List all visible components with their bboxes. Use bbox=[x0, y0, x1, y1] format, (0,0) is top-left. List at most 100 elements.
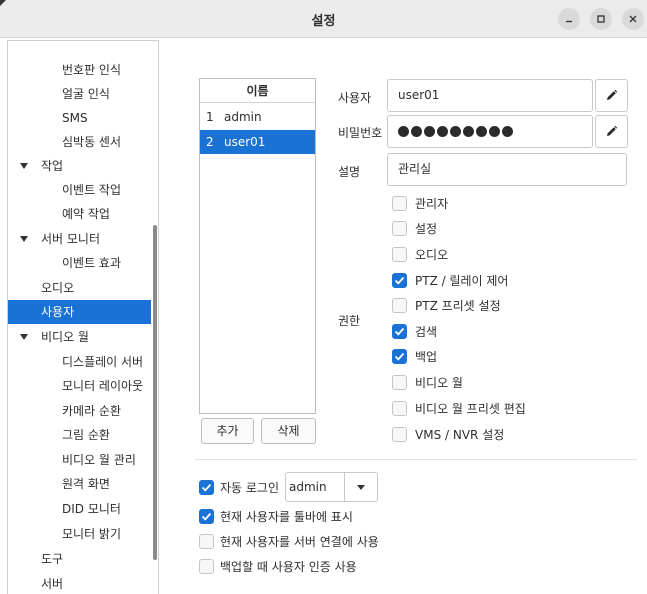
user-row-user01[interactable]: 2 user01 bbox=[200, 130, 315, 154]
perm-search-checkbox[interactable] bbox=[392, 324, 407, 339]
tree-item-video-wall-management[interactable]: 비디오 월 관리 bbox=[8, 448, 151, 472]
perm-video-wall-preset-checkbox[interactable] bbox=[392, 401, 407, 416]
tree-item-heartbeat-sensor[interactable]: 심박동 센서 bbox=[8, 130, 151, 154]
expand-arrow-icon[interactable] bbox=[20, 163, 28, 169]
tree-item-label: 예약 작업 bbox=[62, 207, 110, 221]
window-corner bbox=[0, 0, 6, 6]
perm-backup-checkbox[interactable] bbox=[392, 349, 407, 364]
auto-login-checkbox[interactable] bbox=[199, 480, 214, 495]
perm-search-label: 검색 bbox=[415, 325, 438, 339]
tree-item-label: 모니터 밝기 bbox=[62, 527, 122, 541]
tree-item-label: 카메라 순환 bbox=[62, 404, 122, 418]
tree-item-tasks[interactable]: 작업 bbox=[8, 154, 151, 178]
user-row-admin[interactable]: 1 admin bbox=[200, 105, 315, 129]
tree-item-tools[interactable]: 도구 bbox=[8, 547, 151, 571]
tree-item-label: 이벤트 작업 bbox=[62, 183, 122, 197]
tree-item-event-effects[interactable]: 이벤트 효과 bbox=[8, 251, 151, 275]
tree-item-face-recognition[interactable]: 얼굴 인식 bbox=[8, 82, 151, 106]
backup-auth-label: 백업할 때 사용자 인증 사용 bbox=[220, 560, 357, 574]
auto-login-dropdown-button[interactable] bbox=[345, 472, 378, 502]
section-divider bbox=[194, 459, 638, 460]
perm-backup-label: 백업 bbox=[415, 350, 438, 364]
tree-item-did-monitor[interactable]: DID 모니터 bbox=[8, 497, 151, 521]
permission-label: 권한 bbox=[338, 314, 361, 328]
minimize-button[interactable] bbox=[558, 8, 580, 30]
tree-item-server-monitor[interactable]: 서버 모니터 bbox=[8, 227, 151, 251]
user-row-number: 1 bbox=[206, 110, 214, 124]
tree-item-label: 얼굴 인식 bbox=[62, 87, 110, 101]
password-mask bbox=[398, 126, 513, 137]
auto-login-label: 자동 로그인 bbox=[220, 481, 280, 495]
add-user-button[interactable]: 추가 bbox=[201, 418, 254, 444]
tree-item-label: 도구 bbox=[41, 552, 64, 566]
tree-item-video-wall[interactable]: 비디오 월 bbox=[8, 325, 151, 349]
tree-item-sms[interactable]: SMS bbox=[8, 106, 151, 130]
close-icon bbox=[629, 15, 637, 23]
tree-item-camera-rotation[interactable]: 카메라 순환 bbox=[8, 399, 151, 423]
password-label: 비밀번호 bbox=[338, 126, 383, 140]
tree-item-server[interactable]: 서버 bbox=[8, 572, 151, 594]
tree-item-label: 모니터 레이아웃 bbox=[62, 379, 144, 393]
tree-item-label: 작업 bbox=[41, 159, 64, 173]
tree-item-label: DID 모니터 bbox=[62, 502, 121, 516]
tree-item-picture-rotation[interactable]: 그림 순환 bbox=[8, 423, 151, 447]
user-label: 사용자 bbox=[338, 91, 372, 105]
close-button[interactable] bbox=[622, 8, 644, 30]
user-row-name: user01 bbox=[224, 135, 266, 149]
tree-item-monitor-layout[interactable]: 모니터 레이아웃 bbox=[8, 374, 151, 398]
tree-item-license-plate[interactable]: 번호판 인식 bbox=[8, 58, 151, 82]
tree-item-remote-screen[interactable]: 원격 화면 bbox=[8, 472, 151, 496]
perm-vms-nvr-checkbox[interactable] bbox=[392, 427, 407, 442]
perm-video-wall-preset-label: 비디오 월 프리셋 편집 bbox=[415, 402, 526, 416]
perm-ptz-preset-label: PTZ 프리셋 설정 bbox=[415, 299, 501, 313]
expand-arrow-icon[interactable] bbox=[20, 334, 28, 340]
show-user-toolbar-checkbox[interactable] bbox=[199, 509, 214, 524]
tree-item-monitor-brightness[interactable]: 모니터 밝기 bbox=[8, 522, 151, 546]
perm-admin-checkbox[interactable] bbox=[392, 196, 407, 211]
tree-item-label: 오디오 bbox=[41, 281, 75, 295]
tree-item-label: 그림 순환 bbox=[62, 428, 110, 442]
perm-audio-checkbox[interactable] bbox=[392, 247, 407, 262]
settings-tree[interactable]: 번호판 인식 얼굴 인식 SMS 심박동 센서 작업 이벤트 작업 예약 작업 … bbox=[7, 40, 159, 594]
maximize-icon bbox=[597, 15, 605, 23]
use-user-server-connection-label: 현재 사용자를 서버 연결에 사용 bbox=[220, 535, 379, 549]
tree-item-event-tasks[interactable]: 이벤트 작업 bbox=[8, 178, 151, 202]
password-field[interactable] bbox=[387, 115, 593, 148]
use-user-server-connection-checkbox[interactable] bbox=[199, 534, 214, 549]
auto-login-user-select[interactable]: admin bbox=[285, 472, 345, 502]
tree-item-users[interactable]: 사용자 bbox=[8, 300, 151, 324]
edit-password-button[interactable] bbox=[595, 115, 628, 148]
checkmark-icon bbox=[394, 327, 405, 336]
perm-vms-nvr-label: VMS / NVR 설정 bbox=[415, 428, 505, 442]
maximize-button[interactable] bbox=[590, 8, 612, 30]
perm-settings-checkbox[interactable] bbox=[392, 221, 407, 236]
user-list[interactable]: 이름 1 admin 2 user01 bbox=[199, 78, 316, 414]
chevron-down-icon bbox=[357, 485, 365, 490]
tree-item-label: 원격 화면 bbox=[62, 477, 110, 491]
expand-arrow-icon[interactable] bbox=[20, 236, 28, 242]
perm-audio-label: 오디오 bbox=[415, 248, 449, 262]
perm-ptz-preset-checkbox[interactable] bbox=[392, 298, 407, 313]
tree-item-display-server[interactable]: 디스플레이 서버 bbox=[8, 350, 151, 374]
tree-item-label: 이벤트 효과 bbox=[62, 256, 122, 270]
tree-item-label: 심박동 센서 bbox=[62, 135, 122, 149]
tree-item-label: 비디오 월 관리 bbox=[62, 453, 136, 467]
checkmark-icon bbox=[394, 352, 405, 361]
tree-item-audio[interactable]: 오디오 bbox=[8, 276, 151, 300]
edit-user-button[interactable] bbox=[595, 79, 628, 112]
user-name-field[interactable]: user01 bbox=[387, 79, 593, 112]
checkmark-icon bbox=[201, 483, 212, 492]
window-title: 설정 bbox=[311, 14, 336, 29]
perm-video-wall-checkbox[interactable] bbox=[392, 375, 407, 390]
perm-ptz-relay-checkbox[interactable] bbox=[392, 273, 407, 288]
tree-item-label: 서버 bbox=[41, 577, 64, 591]
description-field[interactable]: 관리실 bbox=[387, 153, 627, 186]
tree-item-label: 비디오 월 bbox=[41, 330, 89, 344]
user-row-number: 2 bbox=[206, 135, 214, 149]
backup-auth-checkbox[interactable] bbox=[199, 559, 214, 574]
checkmark-icon bbox=[394, 276, 405, 285]
tree-item-scheduled-tasks[interactable]: 예약 작업 bbox=[8, 202, 151, 226]
sidebar-scrollbar[interactable] bbox=[153, 225, 157, 560]
tree-item-label: 사용자 bbox=[41, 305, 75, 319]
delete-user-button[interactable]: 삭제 bbox=[261, 418, 316, 444]
